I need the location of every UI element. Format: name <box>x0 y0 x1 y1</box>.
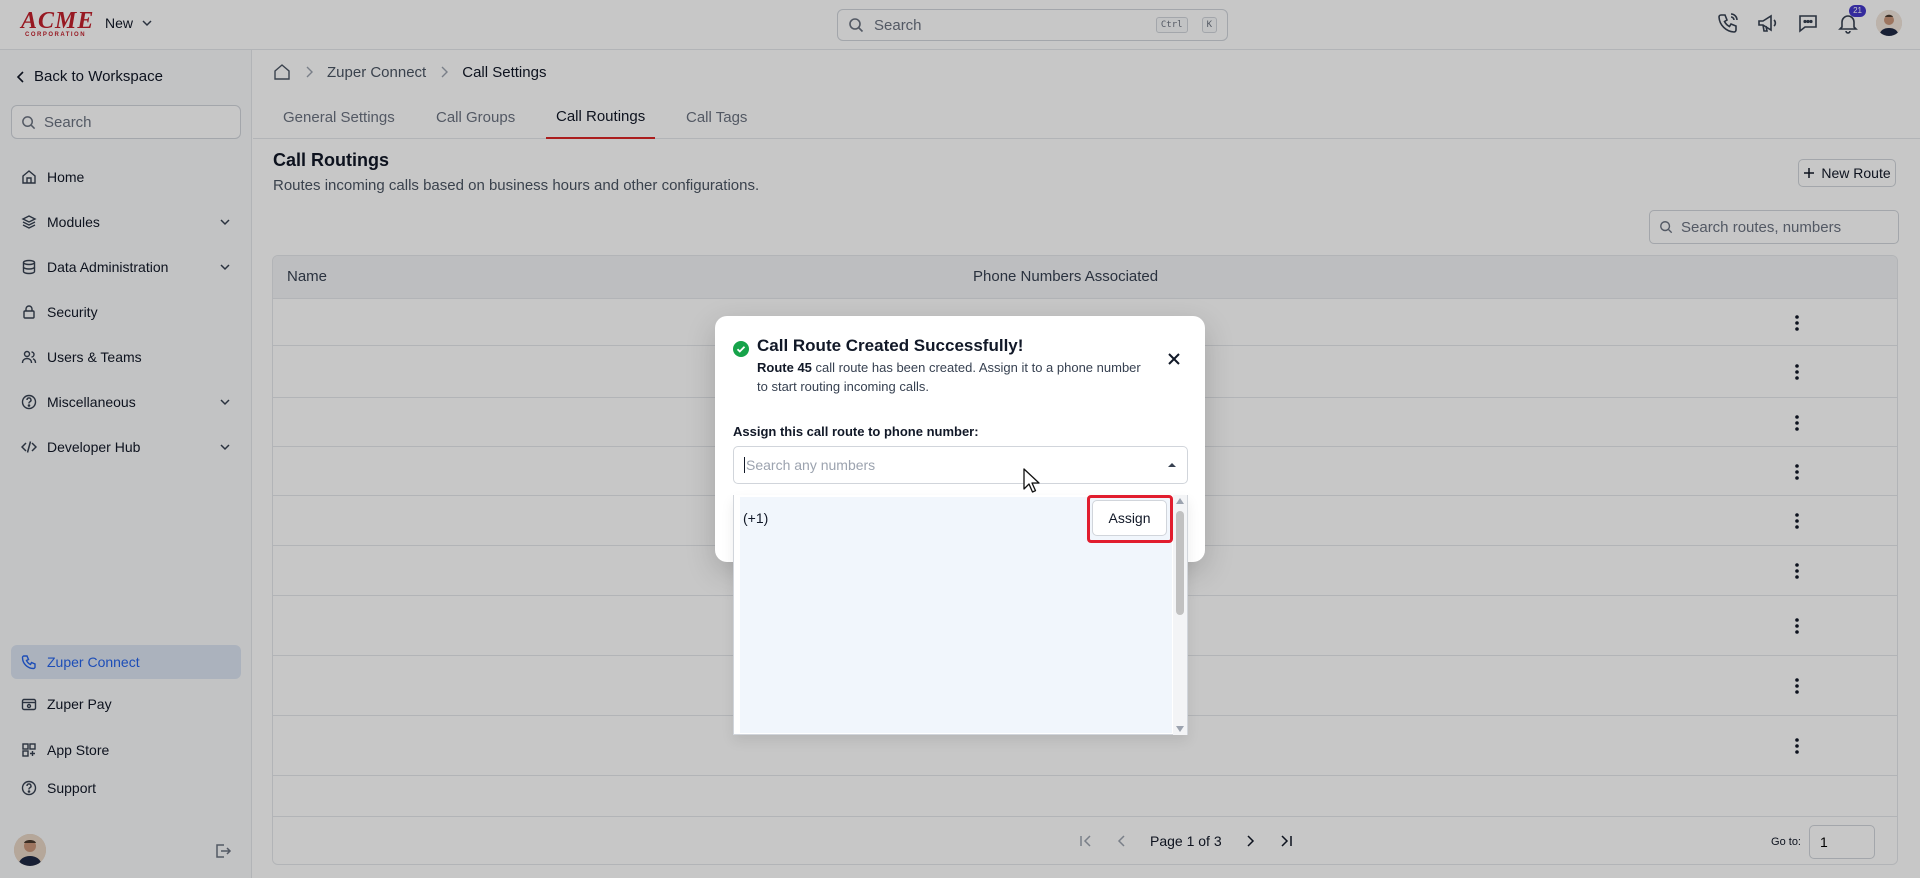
dialog-message-text: call route has been created. Assign it t… <box>757 360 1141 394</box>
text-cursor <box>744 457 745 473</box>
assign-button[interactable]: Assign <box>1092 500 1167 536</box>
dropdown-scrollbar[interactable] <box>1173 495 1187 735</box>
phone-number-select-placeholder: Search any numbers <box>746 457 876 473</box>
dialog-title: Call Route Created Successfully! <box>757 336 1024 355</box>
scroll-up-arrow[interactable] <box>1176 498 1184 504</box>
success-check-icon <box>733 341 749 357</box>
dialog-message: Route 45 call route has been created. As… <box>757 358 1152 396</box>
phone-number-select[interactable]: Search any numbers <box>733 446 1188 484</box>
mouse-pointer-icon <box>1022 467 1042 495</box>
scroll-down-arrow[interactable] <box>1176 726 1184 732</box>
caret-up-icon <box>1168 463 1176 467</box>
assign-phone-label: Assign this call route to phone number: <box>733 424 979 439</box>
phone-number-option-text: (+1) <box>743 510 769 526</box>
close-icon[interactable] <box>1167 352 1181 366</box>
scrollbar-thumb[interactable] <box>1176 511 1184 615</box>
route-name: Route 45 <box>757 360 812 375</box>
phone-number-dropdown: (+1) Assign <box>733 495 1188 735</box>
